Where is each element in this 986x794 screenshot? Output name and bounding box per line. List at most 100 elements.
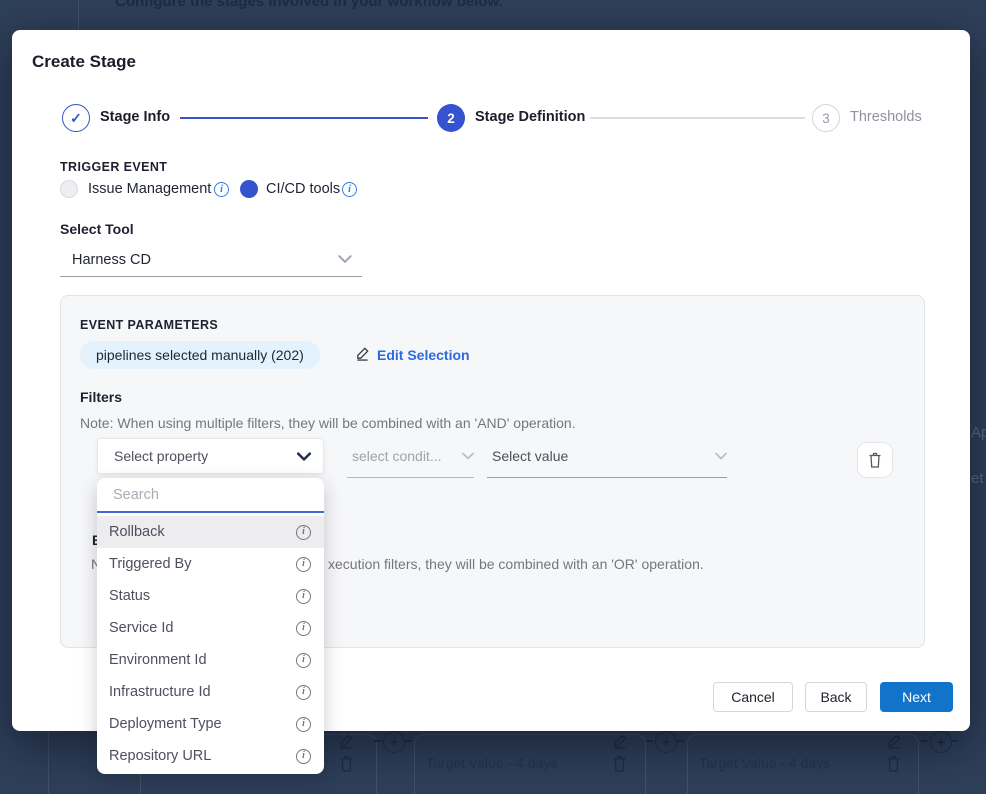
search-field[interactable]: [97, 478, 324, 513]
property-option-triggered-by[interactable]: Triggered By i: [97, 548, 324, 580]
option-label: Status: [109, 588, 150, 604]
info-icon[interactable]: i: [342, 182, 357, 197]
dashed-connector: [921, 740, 928, 742]
stepper-connector: [180, 117, 428, 119]
background-panel-border: [48, 731, 49, 794]
property-dropdown-menu: Rollback i Triggered By i Status i Servi…: [97, 478, 324, 774]
trigger-event-heading: TRIGGER EVENT: [60, 160, 167, 174]
search-input[interactable]: [113, 487, 308, 503]
delete-filter-button[interactable]: [857, 442, 893, 478]
edit-selection-label: Edit Selection: [377, 347, 470, 363]
create-stage-modal: Create Stage ✓ Stage Info 2 Stage Defini…: [12, 30, 970, 731]
tool-dropdown-underline: [60, 276, 362, 277]
background-card-label: Target Value - 4 days: [426, 755, 557, 771]
info-icon[interactable]: i: [296, 717, 311, 732]
value-select[interactable]: Select value: [487, 443, 727, 469]
dashed-connector: [646, 740, 653, 742]
step-3-indicator[interactable]: 3: [812, 104, 840, 132]
radio-cicd-tools-label[interactable]: CI/CD tools: [266, 181, 340, 197]
chevron-down-icon[interactable]: [338, 255, 352, 263]
dashed-connector: [952, 740, 958, 742]
info-icon[interactable]: i: [296, 525, 311, 540]
chevron-down-icon: [715, 452, 727, 460]
stepper-connector: [590, 117, 805, 119]
info-glyph: i: [302, 527, 305, 537]
filters-heading: Filters: [80, 389, 122, 405]
step-3-number: 3: [822, 111, 830, 126]
event-parameters-heading: EVENT PARAMETERS: [80, 318, 218, 332]
option-label: Deployment Type: [109, 716, 222, 732]
property-option-service-id[interactable]: Service Id i: [97, 612, 324, 644]
chevron-down-icon: [462, 452, 474, 460]
edit-icon: [338, 733, 354, 754]
plus-glyph: +: [390, 735, 399, 750]
info-icon[interactable]: i: [296, 749, 311, 764]
trash-icon: [612, 755, 627, 777]
property-select-placeholder: Select property: [114, 448, 208, 464]
dashed-connector: [374, 740, 381, 742]
dashed-connector: [677, 740, 684, 742]
plus-glyph: +: [937, 735, 946, 750]
radio-issue-management-label[interactable]: Issue Management: [88, 181, 211, 197]
add-stage-icon: +: [383, 731, 405, 753]
condition-select-placeholder: select condit...: [347, 448, 442, 464]
step-1-label: Stage Info: [100, 109, 170, 125]
option-label: Infrastructure Id: [109, 684, 211, 700]
property-option-status[interactable]: Status i: [97, 580, 324, 612]
condition-select-underline: [347, 477, 474, 478]
background-card-label: Target Value - 4 days: [699, 755, 830, 771]
add-stage-icon: +: [930, 731, 952, 753]
info-icon[interactable]: i: [296, 621, 311, 636]
trash-icon: [339, 755, 354, 777]
screen: Configure the stages involved in your wo…: [0, 0, 986, 794]
step-2-indicator[interactable]: 2: [437, 104, 465, 132]
background-clipped-text: Ap: [971, 424, 986, 441]
background-panel-border: [78, 0, 79, 30]
property-option-rollback[interactable]: Rollback i: [97, 516, 324, 548]
back-button[interactable]: Back: [805, 682, 867, 712]
radio-issue-management[interactable]: [60, 180, 78, 198]
value-select-underline: [487, 477, 727, 478]
selection-pill: pipelines selected manually (202): [80, 341, 320, 369]
chevron-down-icon: [297, 452, 311, 461]
info-glyph: i: [302, 687, 305, 697]
option-label: Rollback: [109, 524, 165, 540]
step-1-indicator[interactable]: ✓: [62, 104, 90, 132]
info-icon[interactable]: i: [296, 653, 311, 668]
step-2-number: 2: [447, 111, 455, 126]
select-tool-label: Select Tool: [60, 221, 134, 237]
info-icon[interactable]: i: [214, 182, 229, 197]
info-icon[interactable]: i: [296, 557, 311, 572]
info-glyph: i: [302, 655, 305, 665]
radio-cicd-tools[interactable]: [240, 180, 258, 198]
trash-icon: [868, 452, 882, 468]
background-page-subtitle: Configure the stages involved in your wo…: [115, 0, 503, 10]
property-option-deployment-type[interactable]: Deployment Type i: [97, 708, 324, 740]
info-glyph: i: [220, 185, 223, 195]
background-clipped-text: et: [971, 470, 984, 487]
property-option-repository-url[interactable]: Repository URL i: [97, 740, 324, 772]
check-icon: ✓: [70, 110, 82, 127]
filters-note: Note: When using multiple filters, they …: [80, 415, 576, 431]
info-glyph: i: [348, 185, 351, 195]
edit-selection-link[interactable]: Edit Selection: [355, 341, 470, 369]
clipped-execution-note-end: xecution filters, they will be combined …: [328, 556, 704, 572]
condition-select[interactable]: select condit...: [347, 443, 474, 469]
option-label: Triggered By: [109, 556, 191, 572]
property-select[interactable]: Select property: [97, 438, 324, 474]
edit-icon: [612, 733, 628, 754]
info-icon[interactable]: i: [296, 685, 311, 700]
info-glyph: i: [302, 719, 305, 729]
info-icon[interactable]: i: [296, 589, 311, 604]
step-2-label: Stage Definition: [475, 109, 585, 125]
edit-icon: [355, 346, 370, 364]
property-option-environment-id[interactable]: Environment Id i: [97, 644, 324, 676]
next-button[interactable]: Next: [880, 682, 953, 712]
edit-icon: [886, 733, 902, 754]
tool-dropdown-value[interactable]: Harness CD: [72, 252, 151, 268]
info-glyph: i: [302, 559, 305, 569]
add-stage-icon: +: [655, 731, 677, 753]
cancel-button[interactable]: Cancel: [713, 682, 793, 712]
property-option-infrastructure-id[interactable]: Infrastructure Id i: [97, 676, 324, 708]
info-glyph: i: [302, 751, 305, 761]
